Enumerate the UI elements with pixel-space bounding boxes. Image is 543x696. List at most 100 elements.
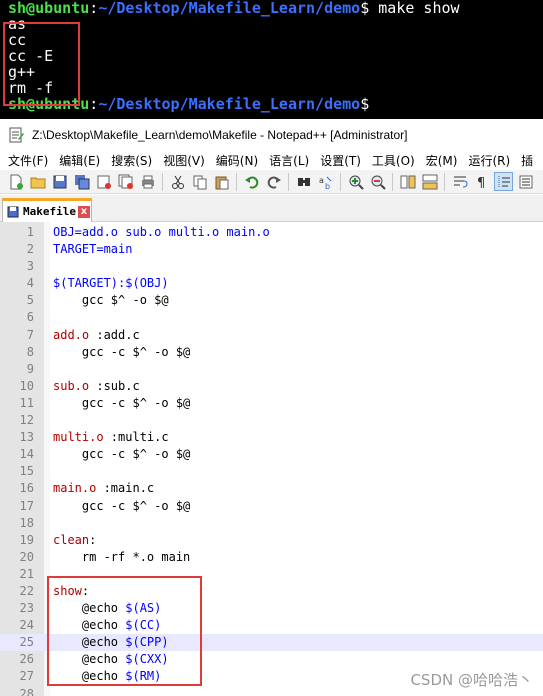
code-line[interactable]: 5 gcc $^ -o $@ [0,292,543,309]
indent-guide-icon[interactable] [494,172,513,191]
line-number: 2 [26,242,34,257]
svg-text:a: a [319,176,324,185]
code-editor[interactable]: 1 OBJ=add.o sub.o multi.o main.o 2 TARGET=m… [0,222,543,696]
code-line[interactable]: 6 [0,309,543,326]
prompt-separator: : [89,95,99,113]
line-number: 15 [19,464,34,479]
show-all-chars-icon[interactable]: ¶ [472,172,491,191]
code-line[interactable]: 14 gcc -c $^ -o $@ [0,446,543,463]
line-number: 3 [26,259,34,274]
code-text: gcc -c $^ -o $@ [53,395,190,412]
line-number: 16 [19,481,34,496]
cut-icon[interactable] [168,172,187,191]
code-token: gcc -c $^ -o $@ [53,447,191,462]
menu-view[interactable]: 视图(V) [163,152,205,169]
prompt-symbol: $ [360,0,370,17]
code-line[interactable]: 2 TARGET=main [0,241,543,258]
replace-icon[interactable]: ab [316,172,335,191]
menu-encoding[interactable]: 编码(N) [216,152,258,169]
code-token: clean [53,532,90,547]
new-file-icon[interactable] [6,172,25,191]
code-line[interactable]: 8 gcc -c $^ -o $@ [0,344,543,361]
code-token: gcc -c $^ -o $@ [53,498,191,513]
code-text: clean: [53,532,96,549]
find-icon[interactable] [294,172,313,191]
menu-macro[interactable]: 宏(M) [426,152,458,169]
sync-h-icon[interactable] [420,172,439,191]
menu-run[interactable]: 运行(R) [468,152,510,169]
code-text: multi.o :multi.c [53,429,169,446]
zoom-out-icon[interactable] [368,172,387,191]
code-line[interactable]: 15 [0,463,543,480]
line-number: 20 [19,549,34,564]
menu-search[interactable]: 搜索(S) [111,152,152,169]
prompt-path: ~/Desktop/Makefile_Learn/demo [98,95,361,113]
code-token: gcc -c $^ -o $@ [53,395,191,410]
code-line[interactable]: 1 OBJ=add.o sub.o multi.o main.o [0,224,543,241]
tab-close-icon[interactable]: x [77,205,90,218]
notepadpp-app-icon [9,127,24,142]
menu-settings[interactable]: 设置(T) [320,152,361,169]
paste-icon[interactable] [212,172,231,191]
open-file-icon[interactable] [28,172,47,191]
code-line[interactable]: 9 [0,361,543,378]
code-text: main.o :main.c [53,480,154,497]
terminal-output-line: as [8,15,27,33]
code-line[interactable]: 18 [0,515,543,532]
code-line[interactable]: 4 $(TARGET):$(OBJ) [0,275,543,292]
show-target-highlight [47,576,202,686]
menu-language[interactable]: 语言(L) [269,152,309,169]
window-titlebar[interactable]: Z:\Desktop\Makefile_Learn\demo\Makefile … [0,119,543,150]
code-line[interactable]: 12 [0,412,543,429]
word-wrap-icon[interactable] [450,172,469,191]
menu-file[interactable]: 文件(F) [8,152,48,169]
copy-icon[interactable] [190,172,209,191]
code-token: TARGET=main [53,242,133,257]
zoom-in-icon[interactable] [346,172,365,191]
line-number: 6 [26,310,34,325]
menu-edit[interactable]: 编辑(E) [59,152,100,169]
code-line[interactable]: 7 add.o :add.c [0,327,543,344]
undo-icon[interactable] [242,172,261,191]
close-all-icon[interactable] [116,172,135,191]
tab-label: Makefile [23,205,76,218]
code-line[interactable]: 3 [0,258,543,275]
menu-tools[interactable]: 工具(O) [372,152,415,169]
toolbar-separator [340,172,341,191]
line-number: 23 [19,601,34,616]
window-title: Z:\Desktop\Makefile_Learn\demo\Makefile … [32,127,408,142]
line-number: 7 [26,327,34,342]
code-line[interactable]: 16 main.o :main.c [0,480,543,497]
line-number: 26 [19,652,34,667]
code-token: multi.o [53,430,104,445]
function-list-icon[interactable] [516,172,535,191]
svg-text:¶: ¶ [477,176,485,190]
code-line[interactable]: 20 rm -rf *.o main [0,549,543,566]
print-icon[interactable] [138,172,157,191]
redo-icon[interactable] [264,172,283,191]
code-text: gcc -c $^ -o $@ [53,498,190,515]
menu-plugins[interactable]: 插 [521,152,533,169]
line-number: 17 [19,498,34,513]
line-number: 27 [19,669,34,684]
code-line[interactable]: 11 gcc -c $^ -o $@ [0,395,543,412]
tab-makefile[interactable]: Makefile x [2,198,92,222]
code-token: :add.c [89,327,140,342]
code-token: gcc -c $^ -o $@ [53,344,191,359]
code-token: :main.c [96,481,155,496]
save-all-icon[interactable] [72,172,91,191]
code-line[interactable]: 13 multi.o :multi.c [0,429,543,446]
code-token: main.o [53,481,97,496]
code-token: : [89,532,97,547]
save-icon[interactable] [50,172,69,191]
code-line[interactable]: 19 clean: [0,532,543,549]
line-number: 1 [26,225,34,239]
line-number: 21 [19,566,34,581]
sync-v-icon[interactable] [398,172,417,191]
close-icon[interactable] [94,172,113,191]
terminal-window[interactable]: sh@ubuntu:~/Desktop/Makefile_Learn/demo$… [0,0,543,119]
code-line[interactable]: 10 sub.o :sub.c [0,378,543,395]
code-line[interactable]: 17 gcc -c $^ -o $@ [0,498,543,515]
terminal-output-line: rm -f [8,79,54,97]
line-number: 18 [19,515,34,530]
